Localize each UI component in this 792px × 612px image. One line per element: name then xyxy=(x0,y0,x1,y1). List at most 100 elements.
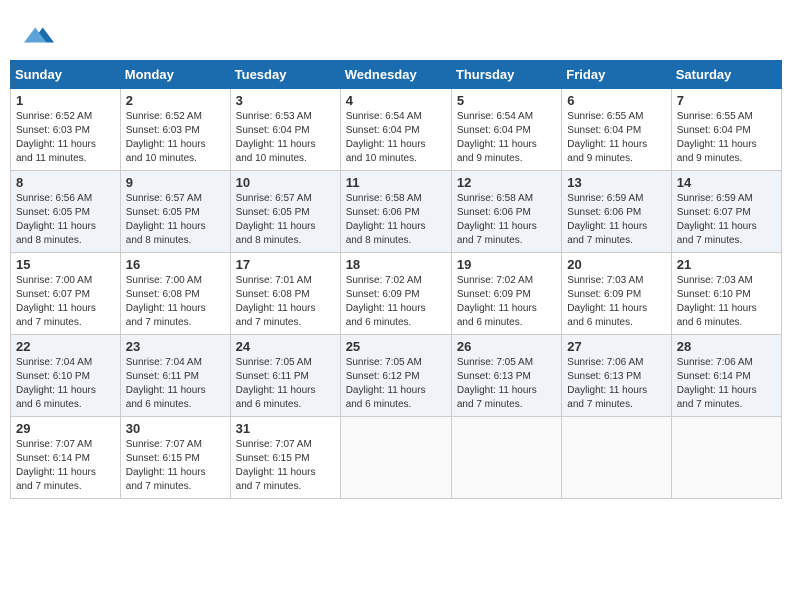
calendar-cell: 6 Sunrise: 6:55 AM Sunset: 6:04 PM Daylig… xyxy=(562,89,671,171)
day-number: 24 xyxy=(236,339,335,354)
day-number: 12 xyxy=(457,175,556,190)
day-number: 4 xyxy=(346,93,446,108)
day-number: 1 xyxy=(16,93,115,108)
day-number: 30 xyxy=(126,421,225,436)
day-info: Sunrise: 6:58 AM Sunset: 6:06 PM Dayligh… xyxy=(457,192,556,248)
day-info: Sunrise: 6:57 AM Sunset: 6:05 PM Dayligh… xyxy=(236,192,335,248)
day-info: Sunrise: 6:52 AM Sunset: 6:03 PM Dayligh… xyxy=(16,110,115,166)
calendar-cell: 17 Sunrise: 7:01 AM Sunset: 6:08 PM Dayli… xyxy=(230,253,340,335)
day-number: 3 xyxy=(236,93,335,108)
day-info: Sunrise: 7:00 AM Sunset: 6:08 PM Dayligh… xyxy=(126,274,225,330)
calendar-cell: 10 Sunrise: 6:57 AM Sunset: 6:05 PM Dayli… xyxy=(230,171,340,253)
calendar-cell: 4 Sunrise: 6:54 AM Sunset: 6:04 PM Daylig… xyxy=(340,89,451,171)
calendar-cell: 13 Sunrise: 6:59 AM Sunset: 6:06 PM Dayli… xyxy=(562,171,671,253)
day-number: 2 xyxy=(126,93,225,108)
calendar-cell: 12 Sunrise: 6:58 AM Sunset: 6:06 PM Dayli… xyxy=(451,171,561,253)
day-number: 25 xyxy=(346,339,446,354)
calendar-cell: 16 Sunrise: 7:00 AM Sunset: 6:08 PM Dayli… xyxy=(120,253,230,335)
weekday-header-saturday: Saturday xyxy=(671,61,781,89)
day-info: Sunrise: 6:55 AM Sunset: 6:04 PM Dayligh… xyxy=(567,110,665,166)
day-number: 29 xyxy=(16,421,115,436)
calendar-cell: 31Sunrise: 7:07 AM Sunset: 6:15 PM Dayli… xyxy=(230,417,340,499)
day-info: Sunrise: 6:54 AM Sunset: 6:04 PM Dayligh… xyxy=(457,110,556,166)
day-number: 22 xyxy=(16,339,115,354)
day-info: Sunrise: 6:54 AM Sunset: 6:04 PM Dayligh… xyxy=(346,110,446,166)
calendar-week-row: 22 Sunrise: 7:04 AM Sunset: 6:10 PM Dayli… xyxy=(11,335,782,417)
day-info: Sunrise: 7:06 AM Sunset: 6:13 PM Dayligh… xyxy=(567,356,665,412)
calendar-week-row: 29 Sunrise: 7:07 AM Sunset: 6:14 PM Dayli… xyxy=(11,417,782,499)
calendar-cell: 18 Sunrise: 7:02 AM Sunset: 6:09 PM Dayli… xyxy=(340,253,451,335)
day-info: Sunrise: 6:52 AM Sunset: 6:03 PM Dayligh… xyxy=(126,110,225,166)
day-info: Sunrise: 6:57 AM Sunset: 6:05 PM Dayligh… xyxy=(126,192,225,248)
calendar-cell: 14Sunrise: 6:59 AM Sunset: 6:07 PM Dayli… xyxy=(671,171,781,253)
day-info: Sunrise: 7:04 AM Sunset: 6:11 PM Dayligh… xyxy=(126,356,225,412)
day-info: Sunrise: 7:01 AM Sunset: 6:08 PM Dayligh… xyxy=(236,274,335,330)
calendar-week-row: 8Sunrise: 6:56 AM Sunset: 6:05 PM Daylig… xyxy=(11,171,782,253)
day-info: Sunrise: 6:59 AM Sunset: 6:06 PM Dayligh… xyxy=(567,192,665,248)
day-number: 7 xyxy=(677,93,776,108)
page-header xyxy=(10,10,782,55)
calendar-cell: 7Sunrise: 6:55 AM Sunset: 6:04 PM Daylig… xyxy=(671,89,781,171)
day-number: 17 xyxy=(236,257,335,272)
day-info: Sunrise: 6:58 AM Sunset: 6:06 PM Dayligh… xyxy=(346,192,446,248)
calendar-cell: 8Sunrise: 6:56 AM Sunset: 6:05 PM Daylig… xyxy=(11,171,121,253)
calendar-cell: 25 Sunrise: 7:05 AM Sunset: 6:12 PM Dayli… xyxy=(340,335,451,417)
day-number: 19 xyxy=(457,257,556,272)
calendar-cell: 3 Sunrise: 6:53 AM Sunset: 6:04 PM Daylig… xyxy=(230,89,340,171)
calendar-cell: 5Sunrise: 6:54 AM Sunset: 6:04 PM Daylig… xyxy=(451,89,561,171)
calendar-week-row: 1 Sunrise: 6:52 AM Sunset: 6:03 PM Daylig… xyxy=(11,89,782,171)
calendar-cell: 30 Sunrise: 7:07 AM Sunset: 6:15 PM Dayli… xyxy=(120,417,230,499)
calendar-cell: 29 Sunrise: 7:07 AM Sunset: 6:14 PM Dayli… xyxy=(11,417,121,499)
calendar-header-row: SundayMondayTuesdayWednesdayThursdayFrid… xyxy=(11,61,782,89)
weekday-header-wednesday: Wednesday xyxy=(340,61,451,89)
day-info: Sunrise: 7:06 AM Sunset: 6:14 PM Dayligh… xyxy=(677,356,776,412)
calendar-cell: 26 Sunrise: 7:05 AM Sunset: 6:13 PM Dayli… xyxy=(451,335,561,417)
calendar-cell: 2 Sunrise: 6:52 AM Sunset: 6:03 PM Daylig… xyxy=(120,89,230,171)
day-info: Sunrise: 7:02 AM Sunset: 6:09 PM Dayligh… xyxy=(346,274,446,330)
day-info: Sunrise: 7:00 AM Sunset: 6:07 PM Dayligh… xyxy=(16,274,115,330)
calendar-cell: 24 Sunrise: 7:05 AM Sunset: 6:11 PM Dayli… xyxy=(230,335,340,417)
day-info: Sunrise: 7:04 AM Sunset: 6:10 PM Dayligh… xyxy=(16,356,115,412)
day-number: 21 xyxy=(677,257,776,272)
logo-icon xyxy=(24,20,54,50)
day-info: Sunrise: 7:05 AM Sunset: 6:12 PM Dayligh… xyxy=(346,356,446,412)
day-number: 9 xyxy=(126,175,225,190)
day-info: Sunrise: 6:59 AM Sunset: 6:07 PM Dayligh… xyxy=(677,192,776,248)
calendar-cell: 11 Sunrise: 6:58 AM Sunset: 6:06 PM Dayli… xyxy=(340,171,451,253)
day-info: Sunrise: 6:53 AM Sunset: 6:04 PM Dayligh… xyxy=(236,110,335,166)
day-info: Sunrise: 7:03 AM Sunset: 6:10 PM Dayligh… xyxy=(677,274,776,330)
weekday-header-sunday: Sunday xyxy=(11,61,121,89)
calendar-cell: 15 Sunrise: 7:00 AM Sunset: 6:07 PM Dayli… xyxy=(11,253,121,335)
calendar-cell: 27 Sunrise: 7:06 AM Sunset: 6:13 PM Dayli… xyxy=(562,335,671,417)
day-number: 27 xyxy=(567,339,665,354)
calendar-cell xyxy=(562,417,671,499)
logo xyxy=(20,20,54,50)
calendar-cell xyxy=(451,417,561,499)
calendar-cell xyxy=(340,417,451,499)
weekday-header-monday: Monday xyxy=(120,61,230,89)
calendar-cell: 23Sunrise: 7:04 AM Sunset: 6:11 PM Dayli… xyxy=(120,335,230,417)
day-number: 16 xyxy=(126,257,225,272)
calendar-cell: 28 Sunrise: 7:06 AM Sunset: 6:14 PM Dayli… xyxy=(671,335,781,417)
calendar-cell: 1 Sunrise: 6:52 AM Sunset: 6:03 PM Daylig… xyxy=(11,89,121,171)
calendar-cell: 20Sunrise: 7:03 AM Sunset: 6:09 PM Dayli… xyxy=(562,253,671,335)
day-info: Sunrise: 7:05 AM Sunset: 6:13 PM Dayligh… xyxy=(457,356,556,412)
day-number: 15 xyxy=(16,257,115,272)
day-number: 6 xyxy=(567,93,665,108)
calendar-cell: 21 Sunrise: 7:03 AM Sunset: 6:10 PM Dayli… xyxy=(671,253,781,335)
day-number: 31 xyxy=(236,421,335,436)
calendar-week-row: 15 Sunrise: 7:00 AM Sunset: 6:07 PM Dayli… xyxy=(11,253,782,335)
day-number: 28 xyxy=(677,339,776,354)
day-number: 10 xyxy=(236,175,335,190)
day-info: Sunrise: 7:07 AM Sunset: 6:15 PM Dayligh… xyxy=(126,438,225,494)
weekday-header-tuesday: Tuesday xyxy=(230,61,340,89)
day-number: 11 xyxy=(346,175,446,190)
day-number: 8 xyxy=(16,175,115,190)
day-number: 18 xyxy=(346,257,446,272)
day-info: Sunrise: 7:03 AM Sunset: 6:09 PM Dayligh… xyxy=(567,274,665,330)
day-info: Sunrise: 7:07 AM Sunset: 6:14 PM Dayligh… xyxy=(16,438,115,494)
day-info: Sunrise: 7:05 AM Sunset: 6:11 PM Dayligh… xyxy=(236,356,335,412)
day-number: 26 xyxy=(457,339,556,354)
day-number: 13 xyxy=(567,175,665,190)
calendar-cell: 19Sunrise: 7:02 AM Sunset: 6:09 PM Dayli… xyxy=(451,253,561,335)
